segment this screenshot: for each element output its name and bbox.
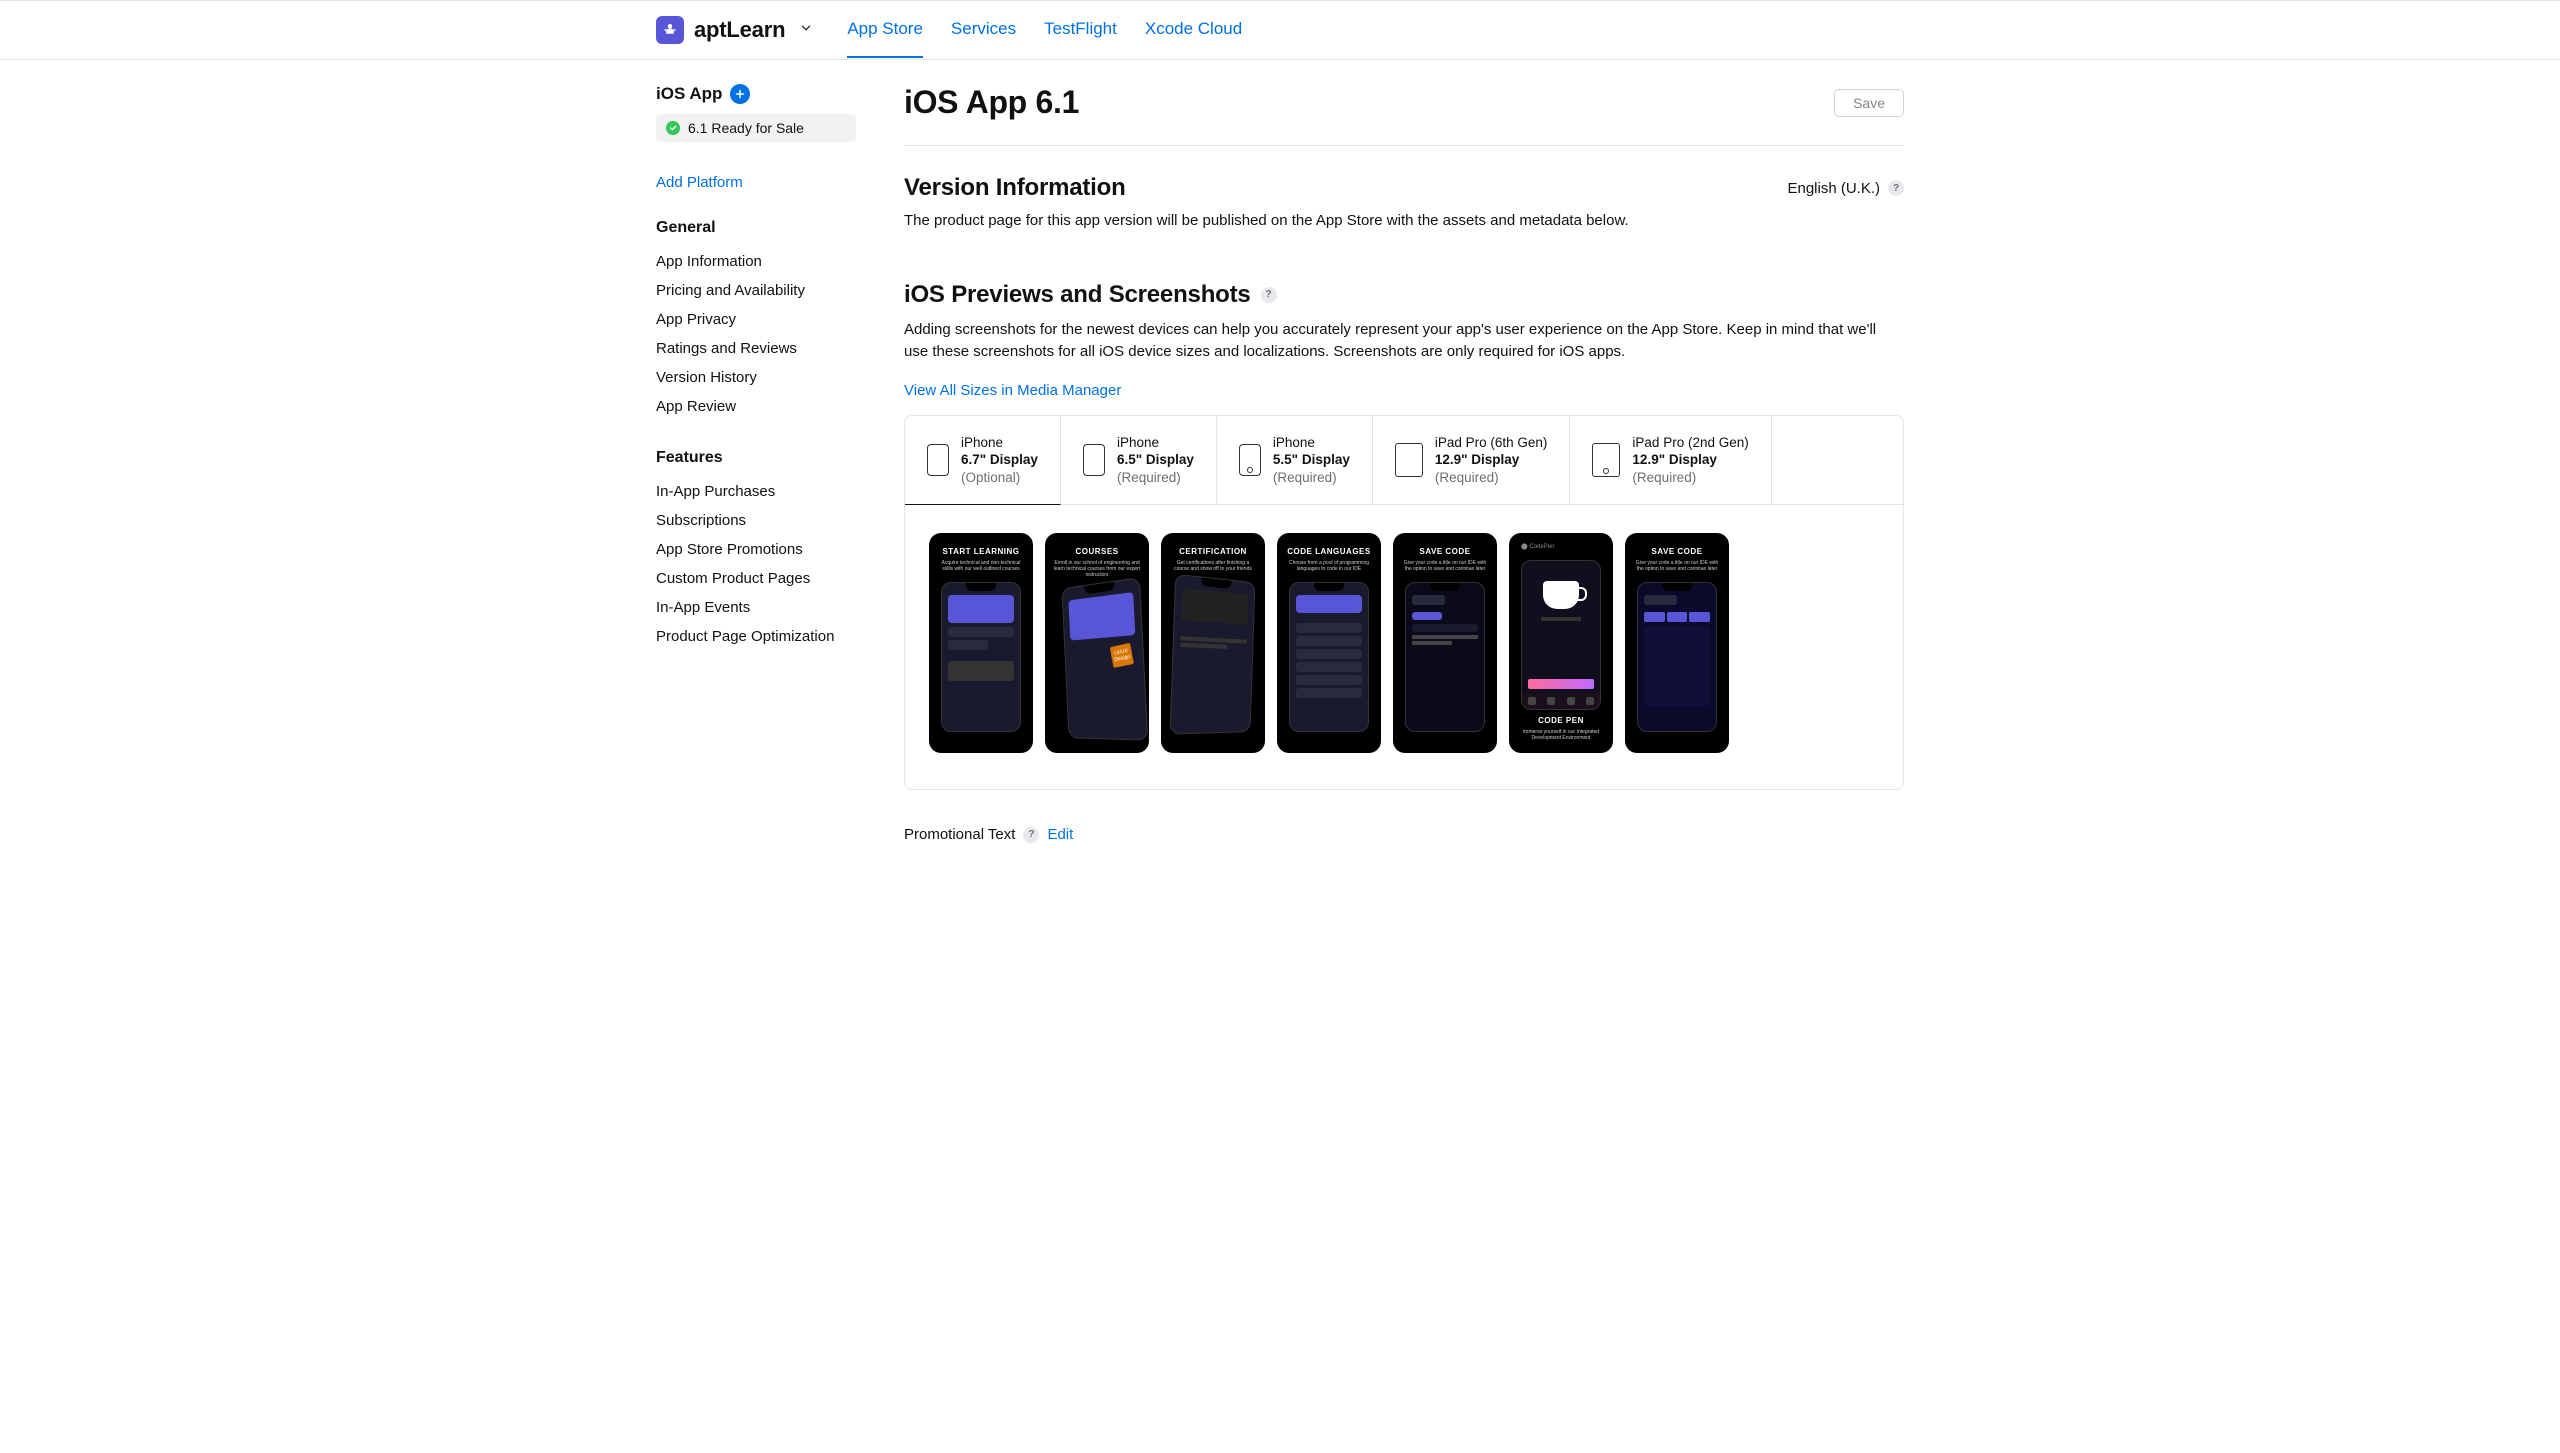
sidebar-item-promotions[interactable]: App Store Promotions	[656, 535, 856, 564]
version-status[interactable]: 6.1 Ready for Sale	[656, 114, 856, 142]
iphone-icon	[1083, 444, 1105, 476]
device-tab-ipad-2gen[interactable]: iPad Pro (2nd Gen) 12.9" Display (Requir…	[1570, 416, 1771, 506]
ipad-icon	[1395, 443, 1423, 477]
sidebar-item-version-history[interactable]: Version History	[656, 363, 856, 392]
sidebar-group-features: Features In-App Purchases Subscriptions …	[656, 449, 856, 651]
device-screenshots-box: iPhone 6.7" Display (Optional) iPhone 6.…	[904, 415, 1904, 791]
promo-text-label: Promotional Text	[904, 826, 1015, 843]
sidebar-item-custom-pages[interactable]: Custom Product Pages	[656, 564, 856, 593]
sidebar-item-app-privacy[interactable]: App Privacy	[656, 305, 856, 334]
top-nav: App Store Services TestFlight Xcode Clou…	[847, 2, 1242, 58]
previews-heading: iOS Previews and Screenshots	[904, 281, 1251, 309]
screenshot-2[interactable]: COURSES Enroll in our school of engineer…	[1045, 533, 1149, 753]
edit-promo-link[interactable]: Edit	[1047, 826, 1073, 843]
tab-testflight[interactable]: TestFlight	[1044, 2, 1117, 58]
device-tab-iphone-55[interactable]: iPhone 5.5" Display (Required)	[1217, 416, 1373, 506]
chevron-down-icon[interactable]	[799, 21, 813, 39]
group-title: Features	[656, 449, 856, 467]
screenshot-7[interactable]: SAVE CODE Give your code a title on our …	[1625, 533, 1729, 753]
version-info-heading: Version Information	[904, 174, 1126, 202]
sidebar-item-ratings-reviews[interactable]: Ratings and Reviews	[656, 334, 856, 363]
help-icon[interactable]: ?	[1023, 827, 1039, 843]
sidebar-item-iap[interactable]: In-App Purchases	[656, 477, 856, 506]
main-content: iOS App 6.1 Save Version Information Eng…	[904, 84, 1904, 843]
screenshot-1[interactable]: START LEARNING Acquire technical and non…	[929, 533, 1033, 753]
language-label[interactable]: English (U.K.)	[1787, 180, 1880, 197]
app-name: aptLearn	[694, 17, 785, 43]
screenshot-6[interactable]: ⬤ CodePen CODE PEN Immerse yourself in o…	[1509, 533, 1613, 753]
device-tab-iphone-65[interactable]: iPhone 6.5" Display (Required)	[1061, 416, 1217, 506]
sidebar-item-pricing[interactable]: Pricing and Availability	[656, 276, 856, 305]
iphone-home-icon	[1239, 444, 1261, 476]
sidebar: iOS App 6.1 Ready for Sale Add Platform …	[656, 84, 856, 843]
group-title: General	[656, 219, 856, 237]
screenshot-3[interactable]: CERTIFICATION Get certifications after f…	[1161, 533, 1265, 753]
previews-description: Adding screenshots for the newest device…	[904, 319, 1904, 364]
tab-app-store[interactable]: App Store	[847, 2, 923, 58]
version-info-description: The product page for this app version wi…	[904, 210, 1904, 233]
help-icon[interactable]: ?	[1888, 180, 1904, 196]
screenshot-4[interactable]: CODE LANGUAGES Choose from a pool of pro…	[1277, 533, 1381, 753]
screenshots-row: START LEARNING Acquire technical and non…	[905, 505, 1903, 789]
sidebar-item-page-optimization[interactable]: Product Page Optimization	[656, 622, 856, 651]
tab-services[interactable]: Services	[951, 2, 1016, 58]
app-logo-icon	[656, 16, 684, 44]
status-ready-icon	[666, 121, 680, 135]
sidebar-item-app-review[interactable]: App Review	[656, 392, 856, 421]
screenshot-5[interactable]: SAVE CODE Give your code a title on our …	[1393, 533, 1497, 753]
sidebar-item-subscriptions[interactable]: Subscriptions	[656, 506, 856, 535]
add-platform-link[interactable]: Add Platform	[656, 174, 743, 191]
sidebar-item-app-information[interactable]: App Information	[656, 247, 856, 276]
media-manager-link[interactable]: View All Sizes in Media Manager	[904, 382, 1121, 399]
ipad-home-icon	[1592, 443, 1620, 477]
status-text: 6.1 Ready for Sale	[688, 120, 804, 136]
iphone-icon	[927, 444, 949, 476]
device-tabs: iPhone 6.7" Display (Optional) iPhone 6.…	[905, 416, 1903, 506]
save-button[interactable]: Save	[1834, 89, 1904, 117]
platform-label: iOS App	[656, 84, 722, 104]
sidebar-item-events[interactable]: In-App Events	[656, 593, 856, 622]
page-title: iOS App 6.1	[904, 84, 1079, 121]
device-tab-ipad-6gen[interactable]: iPad Pro (6th Gen) 12.9" Display (Requir…	[1373, 416, 1571, 506]
device-tab-iphone-67[interactable]: iPhone 6.7" Display (Optional)	[905, 416, 1061, 506]
top-bar: aptLearn App Store Services TestFlight X…	[0, 0, 2560, 60]
add-version-button[interactable]	[730, 84, 750, 104]
sidebar-group-general: General App Information Pricing and Avai…	[656, 219, 856, 421]
help-icon[interactable]: ?	[1261, 287, 1277, 303]
tab-xcode-cloud[interactable]: Xcode Cloud	[1145, 2, 1242, 58]
